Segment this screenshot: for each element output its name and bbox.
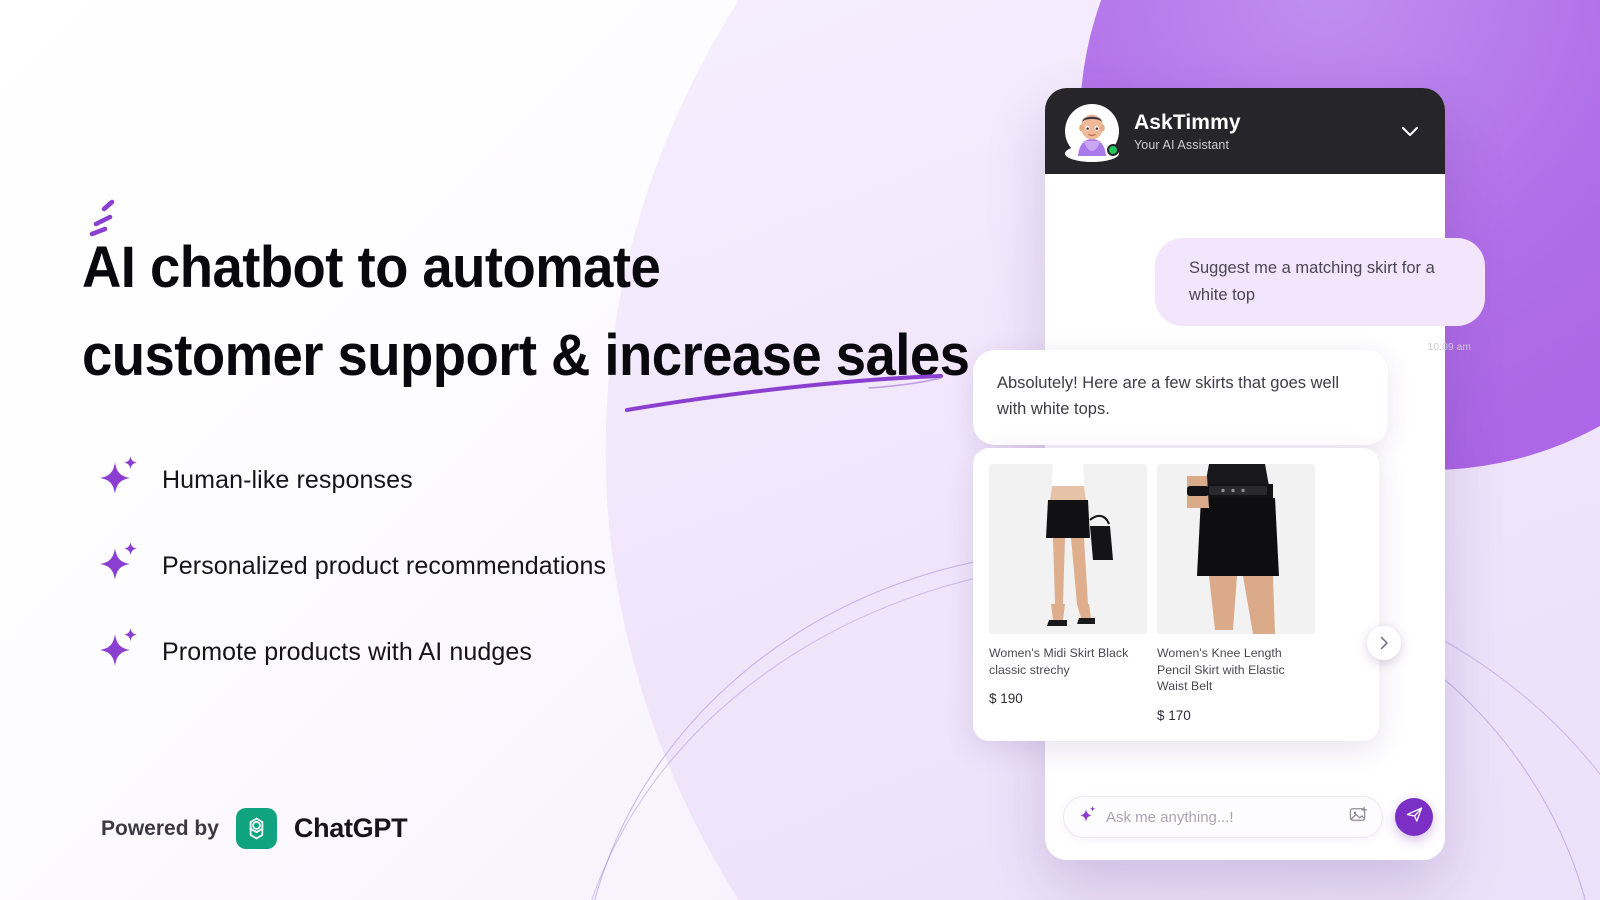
openai-logo-icon — [235, 808, 277, 849]
hero-left-column: AI chatbot to automate customer support … — [0, 0, 980, 900]
chatgpt-wordmark: ChatGPT — [293, 813, 408, 843]
chevron-right-icon[interactable] — [1367, 626, 1401, 660]
product-card[interactable]: Women's Midi Skirt Black classic strechy… — [989, 464, 1147, 723]
feature-item: Personalized product recommendations — [100, 523, 606, 609]
chat-composer: Ask me anything...! — [1045, 796, 1445, 838]
image-attach-icon[interactable] — [1349, 805, 1368, 829]
product-price: $ 190 — [989, 691, 1023, 707]
product-price: $ 170 — [1157, 707, 1191, 723]
message-timestamp: 10:09 am — [1427, 342, 1471, 353]
product-image — [1157, 464, 1315, 634]
search-input[interactable]: Ask me anything...! — [1063, 796, 1383, 838]
product-card[interactable]: Women's Knee Length Pencil Skirt with El… — [1157, 464, 1315, 723]
product-image — [989, 464, 1147, 634]
feature-label: Human-like responses — [162, 465, 413, 494]
chat-widget: AskTimmy Your AI Assistant Suggest me a … — [973, 88, 1485, 860]
avatar — [1065, 104, 1119, 162]
product-title: Women's Midi Skirt Black classic strechy — [989, 646, 1129, 677]
assistant-name: AskTimmy — [1134, 110, 1241, 134]
assistant-subtitle: Your AI Assistant — [1134, 137, 1230, 152]
sparkle-icon — [100, 628, 140, 672]
powered-by-badge: Powered by ChatGPT — [101, 808, 408, 849]
powered-by-label: Powered by — [101, 816, 219, 840]
feature-item: Promote products with AI nudges — [100, 609, 606, 695]
chat-header: AskTimmy Your AI Assistant — [1045, 88, 1445, 174]
feature-item: Human-like responses — [100, 437, 606, 523]
feature-label: Promote products with AI nudges — [162, 637, 532, 666]
send-paper-plane-icon — [1405, 805, 1424, 829]
sparkle-icon — [100, 542, 140, 586]
message-bubble-bot: Absolutely! Here are a few skirts that g… — [973, 350, 1388, 445]
message-bubble-user: Suggest me a matching skirt for a white … — [1155, 238, 1485, 327]
feature-list: Human-like responses Personalized produc… — [100, 437, 606, 695]
product-title: Women's Knee Length Pencil Skirt with El… — [1157, 646, 1285, 694]
chat-header-text: AskTimmy Your AI Assistant — [1134, 111, 1241, 152]
sparkle-icon — [100, 456, 140, 500]
online-dot-icon — [1107, 144, 1119, 156]
product-carousel: Women's Midi Skirt Black classic strechy… — [973, 448, 1401, 741]
chevron-down-icon[interactable] — [1395, 116, 1425, 146]
page-title: AI chatbot to automate customer support … — [82, 199, 970, 412]
send-button[interactable] — [1395, 798, 1433, 836]
headline-line-1: AI chatbot to automate — [82, 235, 661, 300]
feature-label: Personalized product recommendations — [162, 551, 607, 580]
headline-underline-swoosh — [619, 366, 949, 418]
composer-placeholder: Ask me anything...! — [1106, 808, 1234, 826]
sparkle-icon — [1080, 805, 1096, 829]
